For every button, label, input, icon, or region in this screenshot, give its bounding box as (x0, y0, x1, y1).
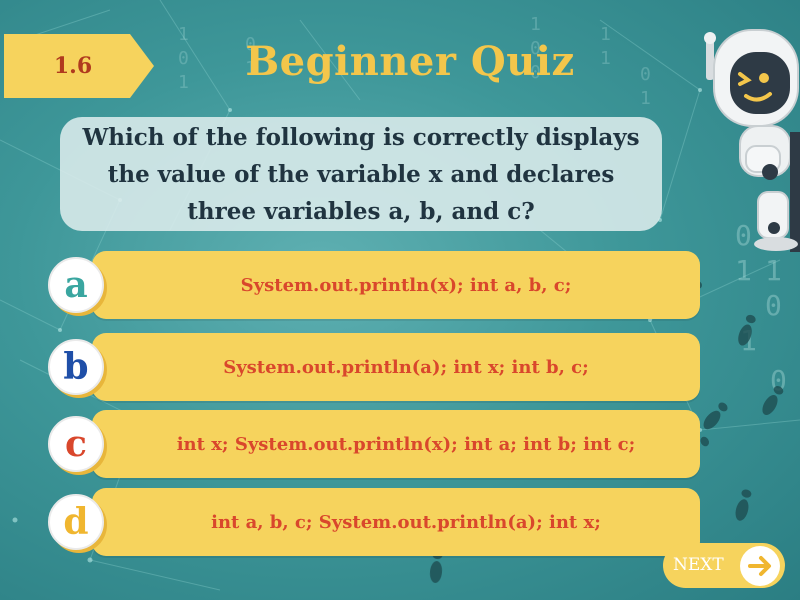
question-text: Which of the following is correctly disp… (82, 123, 640, 225)
next-label: NEXT (673, 555, 724, 575)
svg-text:0: 0 (765, 289, 782, 322)
section-number: 1.6 (53, 53, 93, 79)
answer-bar-d[interactable]: int a, b, c; System.out.println(a); int … (92, 488, 700, 556)
svg-text:0: 0 (178, 48, 189, 69)
answer-letter-c: c (48, 416, 104, 472)
answer-option-d[interactable]: int a, b, c; System.out.println(a); int … (48, 488, 700, 556)
question-box: Which of the following is correctly disp… (60, 117, 662, 231)
svg-text:1: 1 (640, 88, 651, 109)
answer-bar-c[interactable]: int x; System.out.println(x); int a; int… (92, 410, 700, 478)
next-button[interactable]: NEXT (663, 543, 785, 588)
answer-text-a: System.out.println(x); int a, b, c; (240, 274, 572, 296)
answer-letter-a: a (48, 257, 104, 313)
answer-bar-a[interactable]: System.out.println(x); int a, b, c; (92, 251, 700, 319)
quiz-screen: 101 01 100 11 01 01 10 10 1.6 Be (0, 0, 800, 600)
answer-bar-b[interactable]: System.out.println(a); int x; int b, c; (92, 333, 700, 401)
answer-option-a[interactable]: System.out.println(x); int a, b, c; a (48, 251, 700, 319)
svg-text:1: 1 (765, 254, 782, 287)
page-title: Beginner Quiz (245, 38, 575, 85)
answer-option-c[interactable]: int x; System.out.println(x); int a; int… (48, 410, 700, 478)
answer-option-b[interactable]: System.out.println(a); int x; int b, c; … (48, 333, 700, 401)
answer-letter-d: d (48, 494, 104, 550)
svg-text:1: 1 (178, 72, 189, 93)
answer-letter-b: b (48, 339, 104, 395)
robot-mascot-icon (704, 29, 800, 252)
svg-text:1: 1 (178, 24, 189, 45)
answer-text-b: System.out.println(a); int x; int b, c; (223, 356, 589, 378)
answer-text-c: int x; System.out.println(x); int a; int… (176, 433, 636, 455)
arrow-right-icon (740, 546, 780, 586)
svg-text:0: 0 (640, 64, 651, 85)
svg-text:1: 1 (530, 14, 541, 35)
answer-text-d: int a, b, c; System.out.println(a); int … (211, 511, 601, 533)
section-badge: 1.6 (4, 34, 154, 98)
svg-text:1: 1 (735, 254, 752, 287)
